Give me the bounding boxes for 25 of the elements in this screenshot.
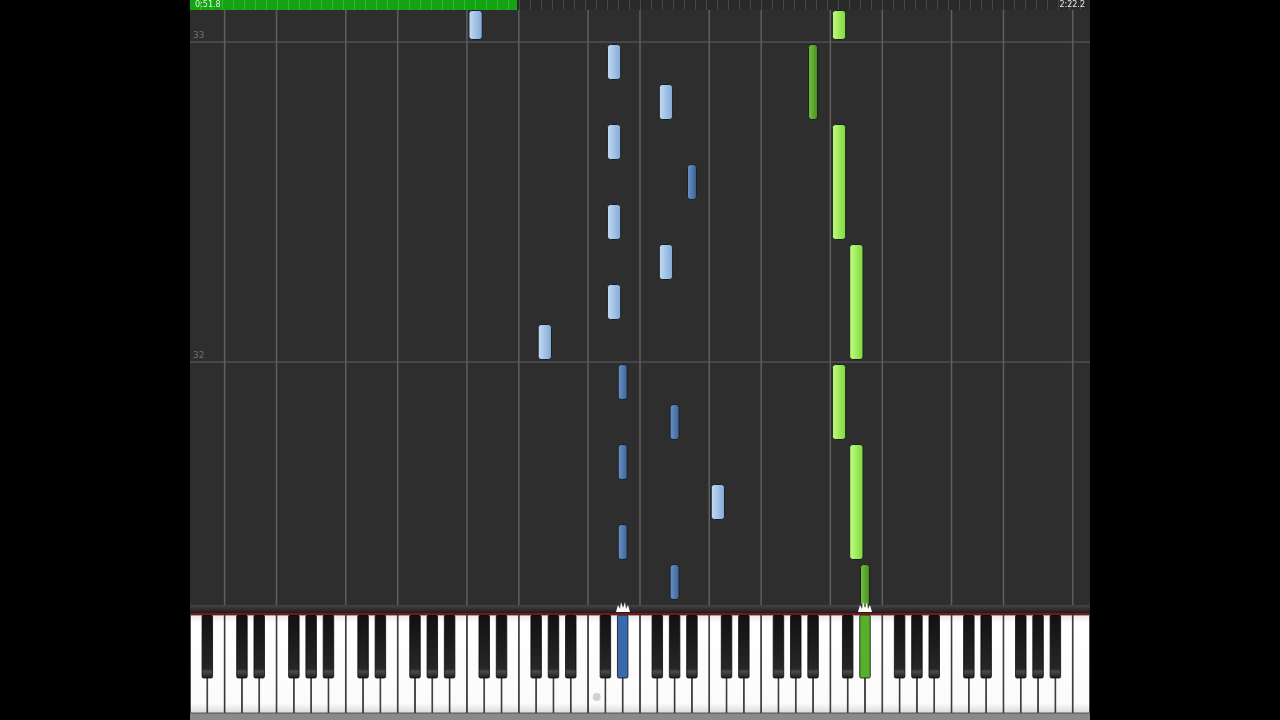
note-bar	[606, 204, 622, 240]
note-bar	[537, 324, 552, 360]
note-bar	[831, 10, 847, 40]
note-bar	[606, 124, 622, 160]
marker-dot-icon	[592, 693, 601, 701]
note-bar	[669, 404, 680, 440]
sparkle-icon	[614, 600, 631, 612]
note-bar	[860, 564, 870, 605]
measure-number: 33	[193, 31, 205, 40]
note-bar	[710, 484, 726, 520]
note-bar	[658, 84, 674, 120]
elapsed-time: 0:51.8	[195, 1, 221, 9]
measure-number: 32	[193, 351, 205, 360]
note-bar	[617, 444, 628, 480]
note-bar	[658, 244, 674, 280]
sparkle-icon	[857, 600, 873, 612]
note-bar	[686, 164, 697, 200]
note-bar	[617, 364, 628, 400]
note-bar	[606, 284, 622, 320]
progress-track[interactable]: 0:51.8 2:22.2	[190, 0, 1090, 10]
total-time: 2:22.2	[1059, 1, 1085, 9]
note-bar	[606, 44, 622, 80]
note-bar	[617, 524, 628, 560]
note-bar	[669, 564, 680, 600]
note-bar	[468, 10, 483, 40]
